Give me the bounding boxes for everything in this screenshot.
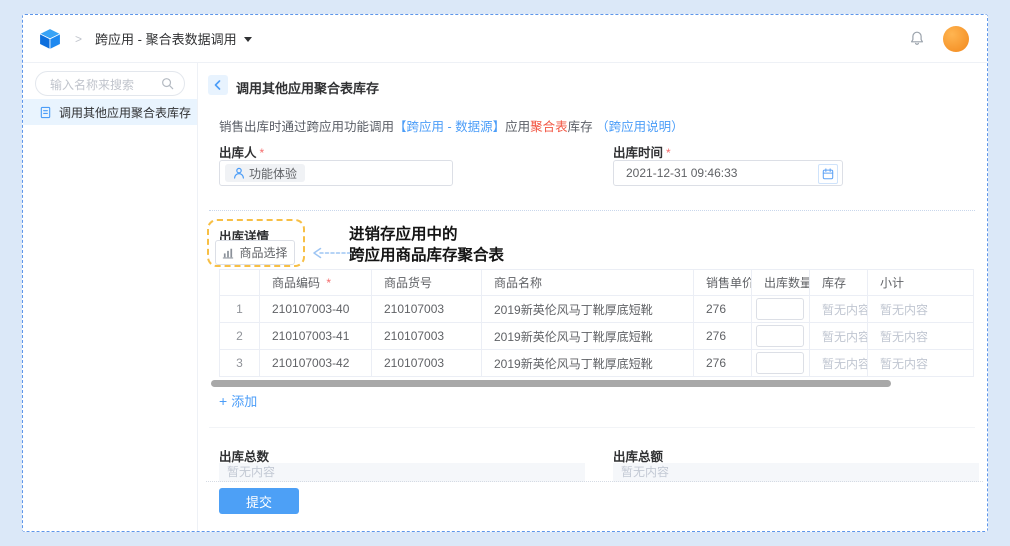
calendar-icon	[822, 168, 834, 180]
cell-subtotal: 暂无内容	[868, 296, 974, 323]
chevron-down-icon[interactable]	[244, 37, 252, 42]
person-icon	[233, 167, 245, 179]
app-logo-icon[interactable]	[37, 26, 63, 52]
description-text: 销售出库时通过跨应用功能调用	[219, 120, 394, 134]
col-header-qty: 出库数量 *	[752, 270, 810, 296]
cell-code: 210107003-41	[260, 323, 372, 350]
required-asterisk: *	[326, 276, 331, 290]
col-header-index	[220, 270, 260, 296]
cell-name: 2019新英伦风马丁靴厚底短靴	[482, 296, 694, 323]
cell-price: 276	[694, 323, 752, 350]
bar-chart-icon	[222, 247, 234, 259]
cell-code: 210107003-40	[260, 296, 372, 323]
product-select-label: 商品选择	[239, 244, 287, 261]
main-content: 调用其他应用聚合表库存 销售出库时通过跨应用功能调用【跨应用 - 数据源】应用聚…	[198, 63, 987, 531]
annotation-arrow	[311, 246, 351, 264]
total-count-field: 暂无内容	[219, 463, 585, 482]
col-header-sku: 商品货号	[372, 270, 482, 296]
outbound-time-label: 出库时间	[613, 146, 663, 160]
time-input[interactable]	[624, 165, 818, 181]
cell-price: 276	[694, 350, 752, 377]
aggregate-emphasis: 聚合表	[530, 120, 568, 134]
page-title: 调用其他应用聚合表库存	[236, 78, 379, 97]
annotation-line-2: 跨应用商品库存聚合表	[349, 245, 504, 266]
cross-app-help-link[interactable]: （跨应用说明）	[596, 120, 684, 134]
breadcrumb-separator: >	[75, 32, 82, 46]
cell-stock: 暂无内容	[810, 296, 868, 323]
calendar-button[interactable]	[818, 164, 838, 184]
time-field-box	[613, 160, 843, 186]
back-chevron-icon	[213, 80, 223, 90]
back-button[interactable]	[208, 75, 228, 95]
annotation-line-1: 进销存应用中的	[349, 224, 504, 245]
annotation-text: 进销存应用中的 跨应用商品库存聚合表	[349, 224, 504, 266]
required-asterisk: *	[666, 146, 671, 160]
person-chip-label: 功能体验	[249, 165, 297, 182]
cell-name: 2019新英伦风马丁靴厚底短靴	[482, 350, 694, 377]
col-header-name: 商品名称	[482, 270, 694, 296]
cell-subtotal: 暂无内容	[868, 323, 974, 350]
col-header-code: 商品编码 *	[260, 270, 372, 296]
cell-qty	[752, 350, 810, 377]
footer-divider	[206, 481, 983, 482]
description-text: 库存	[568, 120, 596, 134]
user-avatar[interactable]	[943, 26, 969, 52]
sidebar-item-form[interactable]: 调用其他应用聚合表库存	[23, 99, 197, 125]
cell-price: 276	[694, 296, 752, 323]
cell-name: 2019新英伦风马丁靴厚底短靴	[482, 323, 694, 350]
search-input[interactable]	[48, 73, 164, 96]
cell-code: 210107003-42	[260, 350, 372, 377]
sidebar: 调用其他应用聚合表库存	[23, 63, 198, 531]
row-index: 1	[220, 296, 260, 323]
row-index: 3	[220, 350, 260, 377]
table-row: 2 210107003-41 210107003 2019新英伦风马丁靴厚底短靴…	[220, 323, 974, 350]
outbound-time-field: 出库时间*	[613, 142, 671, 162]
outbound-person-label: 出库人	[219, 146, 257, 160]
cell-sku: 210107003	[372, 350, 482, 377]
app-window: > 跨应用 - 聚合表数据调用	[22, 14, 988, 532]
description: 销售出库时通过跨应用功能调用【跨应用 - 数据源】应用聚合表库存 （跨应用说明）	[219, 116, 684, 135]
cell-qty	[752, 296, 810, 323]
section-divider	[209, 210, 975, 211]
top-bar: > 跨应用 - 聚合表数据调用	[23, 15, 987, 63]
cell-qty	[752, 323, 810, 350]
qty-input[interactable]	[756, 352, 804, 374]
col-header-stock: 库存	[810, 270, 868, 296]
plus-icon: +	[219, 393, 227, 409]
person-chip[interactable]: 功能体验	[225, 164, 305, 182]
add-row-button[interactable]: + 添加	[219, 391, 257, 410]
search-box	[35, 71, 185, 96]
sidebar-item-label: 调用其他应用聚合表库存	[59, 104, 191, 121]
description-text: 应用	[505, 120, 530, 134]
col-header-price: 销售单价 *	[694, 270, 752, 296]
table-row: 3 210107003-42 210107003 2019新英伦风马丁靴厚底短靴…	[220, 350, 974, 377]
person-picker[interactable]: 功能体验	[219, 160, 453, 186]
document-icon	[39, 106, 52, 119]
table-header-row: 商品编码 * 商品货号 商品名称 销售单价 * 出库数量 * 库存 小计	[220, 270, 974, 296]
app-title: 跨应用 - 聚合表数据调用	[95, 29, 237, 48]
qty-input[interactable]	[756, 325, 804, 347]
desktop-background: > 跨应用 - 聚合表数据调用	[0, 0, 1010, 546]
product-select-button[interactable]: 商品选择	[215, 240, 295, 265]
datasource-link[interactable]: 【跨应用 - 数据源】	[394, 120, 505, 134]
cell-sku: 210107003	[372, 296, 482, 323]
col-header-subtotal: 小计	[868, 270, 974, 296]
cell-sku: 210107003	[372, 323, 482, 350]
row-index: 2	[220, 323, 260, 350]
notification-bell-icon[interactable]	[909, 30, 925, 47]
section-divider	[209, 427, 975, 428]
cell-stock: 暂无内容	[810, 350, 868, 377]
search-icon[interactable]	[161, 77, 174, 95]
horizontal-scrollbar[interactable]	[211, 380, 891, 387]
table-row: 1 210107003-40 210107003 2019新英伦风马丁靴厚底短靴…	[220, 296, 974, 323]
product-table: 商品编码 * 商品货号 商品名称 销售单价 * 出库数量 * 库存 小计 1 2…	[219, 269, 974, 377]
outbound-person-field: 出库人*	[219, 142, 264, 162]
submit-button[interactable]: 提交	[219, 488, 299, 514]
total-amount-field: 暂无内容	[613, 463, 979, 482]
add-row-label: 添加	[231, 391, 257, 410]
required-asterisk: *	[260, 146, 265, 160]
qty-input[interactable]	[756, 298, 804, 320]
cell-stock: 暂无内容	[810, 323, 868, 350]
cell-subtotal: 暂无内容	[868, 350, 974, 377]
